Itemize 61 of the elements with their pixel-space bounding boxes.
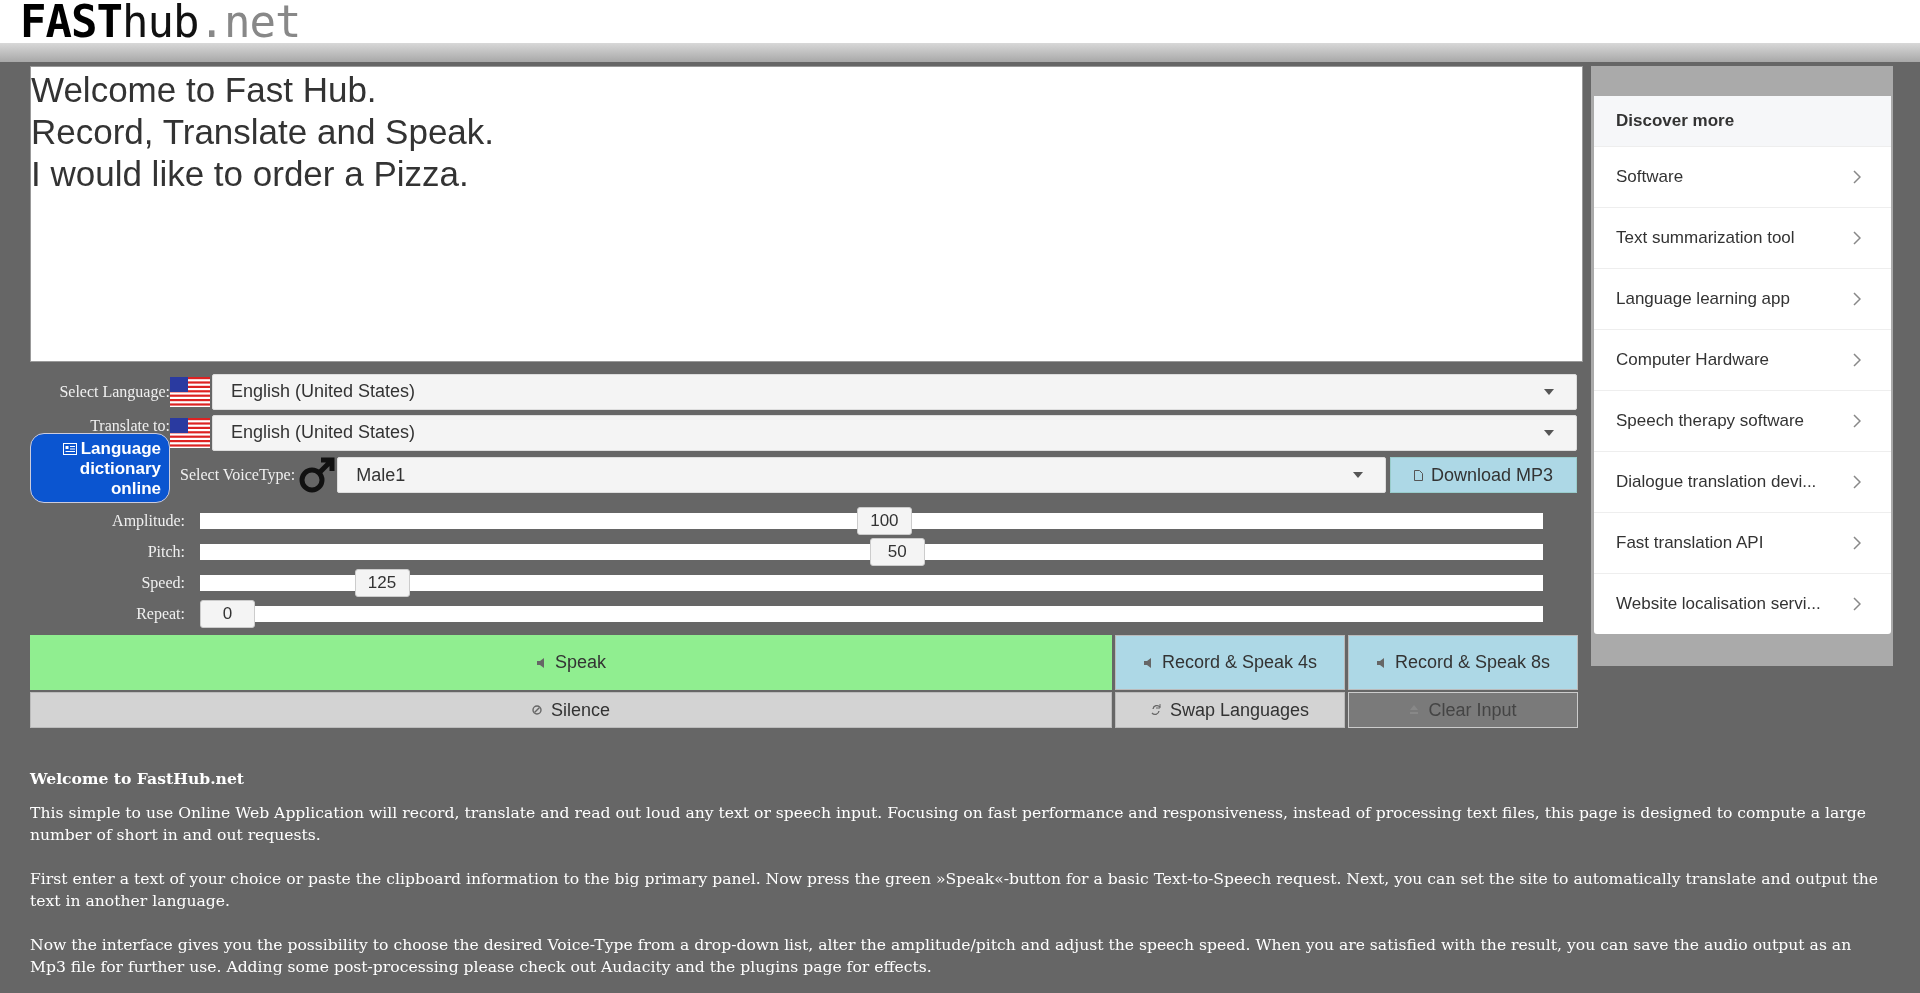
discover-link[interactable]: Speech therapy software <box>1594 390 1891 451</box>
discover-link[interactable]: Dialogue translation devi... <box>1594 451 1891 512</box>
action-button[interactable]: Record & Speak 4s <box>1115 635 1345 690</box>
chevron-icon <box>1853 475 1861 489</box>
us-flag-icon <box>170 376 210 407</box>
voice-select[interactable]: Male1 <box>337 457 1386 493</box>
action-button[interactable]: Swap Languages <box>1115 692 1345 728</box>
caret-icon <box>1544 429 1554 436</box>
dictionary-button[interactable]: Language dictionary online <box>30 433 170 503</box>
action-button[interactable]: Speak <box>30 635 1112 690</box>
card-title: Discover more <box>1594 96 1891 146</box>
speaker-icon <box>535 656 546 669</box>
chevron-icon <box>1853 170 1861 184</box>
download-button[interactable]: Download MP3 <box>1390 457 1577 493</box>
action-button[interactable]: Silence <box>30 692 1112 728</box>
field-label: Select Language: <box>58 382 170 401</box>
file-icon <box>1413 469 1423 481</box>
slider[interactable]: 100 <box>200 506 1543 535</box>
discover-link[interactable]: Text summarization tool <box>1594 207 1891 268</box>
caret-icon <box>1544 388 1554 395</box>
article-paragraph: First enter a text of your choice or paste the clipboard information to the big primary panel. Now press the green »Speak«-button for a basic Text-to-Speech request. Next, you can set the site to automatically translate and output the text in another language. <box>30 869 1880 912</box>
discover-link[interactable]: Language learning app <box>1594 268 1891 329</box>
slider-thumb[interactable]: 100 <box>856 506 912 535</box>
slider[interactable]: 50 <box>200 537 1543 566</box>
field-label: Translate to: <box>89 417 170 434</box>
slider-thumb[interactable]: 0 <box>200 599 255 628</box>
field-label: Select VoiceType: <box>180 466 296 484</box>
article-heading: Welcome to FastHub.net <box>30 768 246 790</box>
chevron-icon <box>1853 597 1861 611</box>
male-symbol-icon <box>297 455 338 495</box>
slider-thumb[interactable]: 125 <box>354 568 410 597</box>
chevron-icon <box>1853 292 1861 306</box>
field-label: Speed: <box>140 573 186 592</box>
language-select[interactable]: English (United States) <box>212 373 1577 410</box>
chevron-icon <box>1853 536 1861 550</box>
caret-icon <box>1353 472 1363 478</box>
chevron-icon <box>1853 353 1861 367</box>
site-logo[interactable]: FASThub.net <box>20 0 301 43</box>
speaker-icon <box>1142 656 1153 669</box>
field-label: Amplitude: <box>111 511 186 530</box>
field-label: Repeat: <box>135 604 186 623</box>
field-label: Pitch: <box>146 542 186 561</box>
slider[interactable]: 125 <box>200 568 1543 597</box>
speaker-icon <box>1375 656 1386 669</box>
discover-link[interactable]: Fast translation API <box>1594 512 1891 573</box>
swap-icon <box>1150 704 1161 716</box>
article-paragraph: Now the interface gives you the possibility to choose the desired Voice-Type from a drop-down list, alter the amplitude/pitch and adjust the speech speed. When you are satisfied with the result, you can save the audio output as an Mp3 file for further use. Adding some post-processing please check out Audacity and the plugins page for effects. <box>30 935 1853 978</box>
article-paragraph: This simple to use Online Web Application will record, translate and read out loud any text or speech input. Focusing on fast performance and responsiveness, instead of processing text files, this page is designed to compute a large number of short in and out requests. <box>30 803 1867 846</box>
text-input-area[interactable]: Welcome to Fast Hub. Record, Translate and Speak. I would like to order a Pizza. <box>30 66 1583 362</box>
newspaper-icon <box>62 443 77 455</box>
chevron-icon <box>1853 414 1861 428</box>
us-flag-icon <box>170 417 210 448</box>
language-select[interactable]: English (United States) <box>212 414 1577 451</box>
discover-link[interactable]: Computer Hardware <box>1594 329 1891 390</box>
no-sign-icon <box>531 704 542 716</box>
slider[interactable]: 0 <box>200 599 1543 628</box>
discover-link[interactable]: Website localisation servi... <box>1594 573 1891 634</box>
chevron-icon <box>1853 231 1861 245</box>
slider-thumb[interactable]: 50 <box>869 537 925 566</box>
action-button[interactable]: Record & Speak 8s <box>1348 635 1578 690</box>
discover-link[interactable]: Software <box>1594 146 1891 207</box>
